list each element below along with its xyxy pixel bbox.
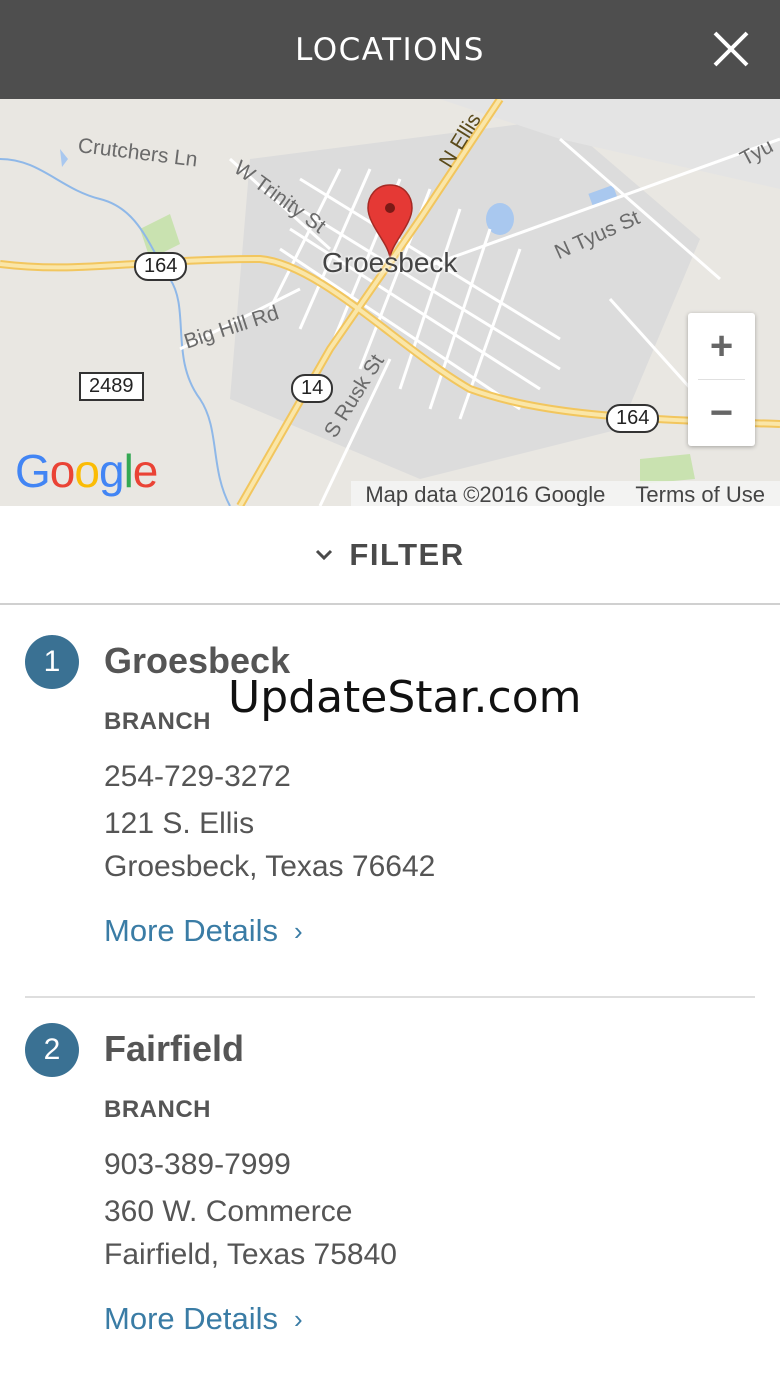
town-label: Groesbeck <box>322 247 458 278</box>
highway-shield-164-east: 164 <box>606 404 660 433</box>
more-details-label: More Details <box>104 913 278 948</box>
location-card: 1 Groesbeck BRANCH 254-729-3272 121 S. E… <box>0 605 780 997</box>
more-details-link[interactable]: More Details › <box>104 913 303 949</box>
highway-shield-2489: 2489 <box>79 372 144 401</box>
map-attribution: Map data ©2016 Google Terms of Use <box>351 481 780 506</box>
location-number-badge: 2 <box>25 1023 79 1077</box>
location-city: Groesbeck, Texas 76642 <box>104 850 436 883</box>
map-data-label: Map data ©2016 Google <box>365 482 606 506</box>
highway-shield-164: 164 <box>134 252 188 281</box>
app-header: LOCATIONS <box>0 0 780 99</box>
location-type: BRANCH <box>104 1096 211 1123</box>
terms-of-use-link[interactable]: Terms of Use <box>635 481 765 506</box>
close-button[interactable] <box>712 30 750 68</box>
zoom-in-button[interactable]: + <box>688 313 755 379</box>
close-icon <box>713 31 749 67</box>
chevron-right-icon: › <box>294 1303 303 1334</box>
filter-toggle[interactable]: FILTER <box>0 506 780 605</box>
chevron-down-icon <box>316 549 333 560</box>
location-type: BRANCH <box>104 708 211 735</box>
location-card: 2 Fairfield BRANCH 903-389-7999 360 W. C… <box>0 993 780 1387</box>
location-phone[interactable]: 903-389-7999 <box>104 1148 291 1182</box>
location-city: Fairfield, Texas 75840 <box>104 1238 397 1271</box>
zoom-out-button[interactable]: − <box>688 380 755 446</box>
map-view[interactable]: Crutchers Ln W Trinity St N Ellis N Tyus… <box>0 99 780 506</box>
location-phone[interactable]: 254-729-3272 <box>104 760 291 794</box>
more-details-label: More Details <box>104 1301 278 1336</box>
google-logo: Google <box>15 445 158 497</box>
location-street: 121 S. Ellis <box>104 807 255 840</box>
page-title: LOCATIONS <box>295 31 485 68</box>
more-details-link[interactable]: More Details › <box>104 1301 303 1337</box>
highway-shield-14: 14 <box>291 374 334 403</box>
location-street: 360 W. Commerce <box>104 1195 353 1228</box>
filter-label: FILTER <box>349 536 465 572</box>
watermark-text: UpdateStar.com <box>228 672 582 723</box>
location-number-badge: 1 <box>25 635 79 689</box>
zoom-controls: + − <box>688 313 755 446</box>
location-name: Fairfield <box>104 1028 245 1069</box>
chevron-right-icon: › <box>294 915 303 946</box>
